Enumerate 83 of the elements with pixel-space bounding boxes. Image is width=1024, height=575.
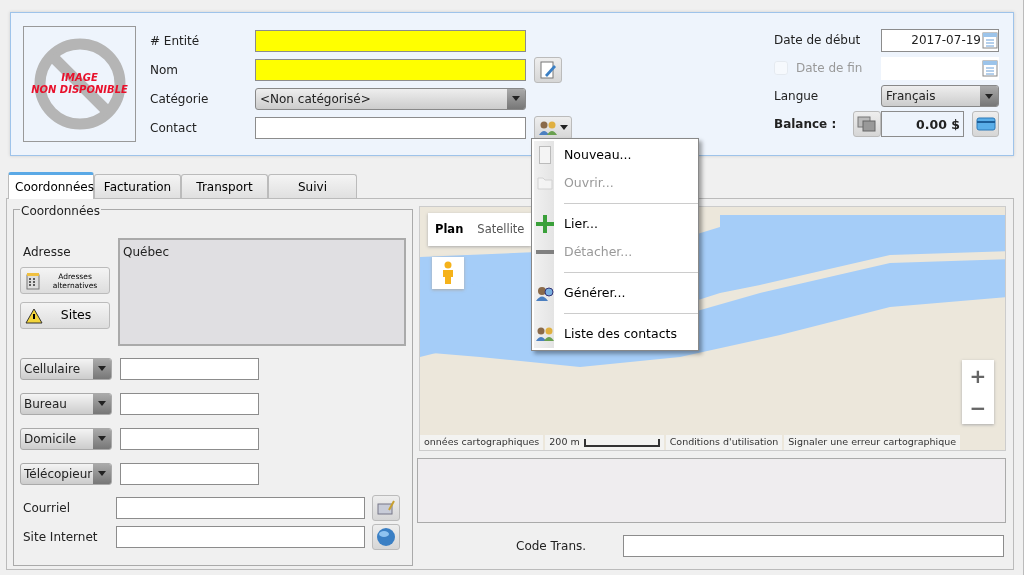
- credit-card-icon: [975, 117, 996, 131]
- edit-button[interactable]: [534, 56, 562, 83]
- zoom-in-button[interactable]: +: [962, 360, 994, 392]
- calendar-icon: [982, 59, 998, 77]
- no-image-text: IMAGE NON DISPONIBLE: [31, 72, 128, 96]
- payment-button[interactable]: [972, 111, 999, 137]
- map-type-button[interactable]: Satellite: [470, 213, 532, 247]
- map-link[interactable]: Signaler une erreur cartographique: [784, 435, 961, 450]
- category-dropdown[interactable]: <Non catégorisé>: [255, 87, 526, 110]
- date-field[interactable]: [881, 56, 999, 80]
- caret-icon: [98, 471, 106, 476]
- no-image-icon: [31, 36, 128, 132]
- field-label: Date de fin: [796, 60, 863, 77]
- field-label: Date de début: [774, 32, 861, 49]
- caret-icon: [98, 436, 106, 441]
- folder-icon: [537, 176, 553, 190]
- people-icon: [535, 326, 555, 342]
- bills-icon: [857, 115, 877, 133]
- address-box[interactable]: Québec: [118, 238, 406, 346]
- pencil-icon: [540, 60, 556, 79]
- field-label: Code Trans.: [516, 538, 588, 555]
- email-field[interactable]: [116, 496, 365, 519]
- people-icon: [535, 285, 555, 301]
- caret-icon: [98, 366, 106, 371]
- phone-type-dropdown[interactable]: Cellulaire: [20, 357, 112, 380]
- map-type-button[interactable]: Plan: [428, 213, 471, 247]
- minus-icon: [536, 250, 554, 254]
- input-field[interactable]: [255, 58, 526, 81]
- scale-bar-icon: [583, 438, 660, 447]
- bills-button[interactable]: [853, 111, 881, 137]
- plus-icon: [536, 215, 554, 233]
- field-label: Catégorie: [150, 90, 210, 108]
- input-field[interactable]: [255, 116, 526, 139]
- tab[interactable]: Facturation: [94, 174, 181, 198]
- field-label: Contact: [150, 119, 198, 137]
- caret-icon: [560, 125, 568, 130]
- globe-icon: [376, 526, 396, 547]
- phone-type-dropdown[interactable]: Bureau: [20, 392, 112, 415]
- warning-sign-icon: [25, 307, 43, 324]
- date-value: 2017-07-19: [911, 32, 981, 49]
- balance-field: 0.00 $: [881, 111, 964, 137]
- tab[interactable]: Transport: [181, 174, 268, 198]
- date-field[interactable]: 2017-07-19: [881, 28, 999, 52]
- tab[interactable]: Suivi: [268, 174, 357, 198]
- document-icon: [539, 146, 551, 164]
- map-data-text: onnées cartographiques: [420, 435, 544, 450]
- phone-field[interactable]: [120, 427, 259, 450]
- phone-type-dropdown[interactable]: Télécopieur: [20, 462, 112, 485]
- menu-item[interactable]: Liste des contacts: [532, 320, 698, 348]
- tab[interactable]: Coordonnées: [8, 172, 94, 199]
- building-icon: [25, 271, 41, 290]
- phone-field[interactable]: [120, 357, 259, 380]
- phone-field[interactable]: [120, 392, 259, 415]
- menu-item[interactable]: Lier...: [532, 210, 698, 238]
- open-website-button[interactable]: [372, 523, 400, 550]
- zoom-out-button[interactable]: −: [962, 392, 994, 424]
- address-label: Adresse: [23, 244, 72, 261]
- sites-button[interactable]: Sites: [20, 302, 110, 329]
- field-label: Site Internet: [22, 528, 99, 546]
- menu-item[interactable]: Nouveau...: [532, 141, 698, 169]
- caret-icon: [512, 96, 520, 101]
- field-label: Balance :: [774, 116, 837, 133]
- envelope-icon: [377, 499, 395, 516]
- phone-type-dropdown[interactable]: Domicile: [20, 427, 112, 450]
- menu-item[interactable]: Générer...: [532, 279, 698, 307]
- pegman-icon[interactable]: [442, 261, 454, 285]
- language-dropdown[interactable]: Français: [881, 85, 999, 107]
- people-icon: [538, 119, 558, 136]
- calendar-icon: [982, 31, 998, 49]
- field-label: Courriel: [22, 499, 72, 517]
- scale-label: 200 m: [545, 435, 664, 450]
- code-field[interactable]: [623, 535, 1004, 557]
- input-field[interactable]: [255, 29, 526, 52]
- field-label: Langue: [774, 88, 819, 105]
- field-label: Nom: [150, 61, 179, 79]
- map-link[interactable]: Conditions d'utilisation: [665, 435, 783, 450]
- contact-menu-button[interactable]: [534, 115, 572, 140]
- phone-field[interactable]: [120, 462, 259, 485]
- website-field[interactable]: [116, 525, 365, 548]
- caret-icon: [985, 93, 993, 99]
- send-email-button[interactable]: [372, 494, 400, 521]
- caret-icon: [98, 401, 106, 406]
- field-label: # Entité: [150, 32, 201, 50]
